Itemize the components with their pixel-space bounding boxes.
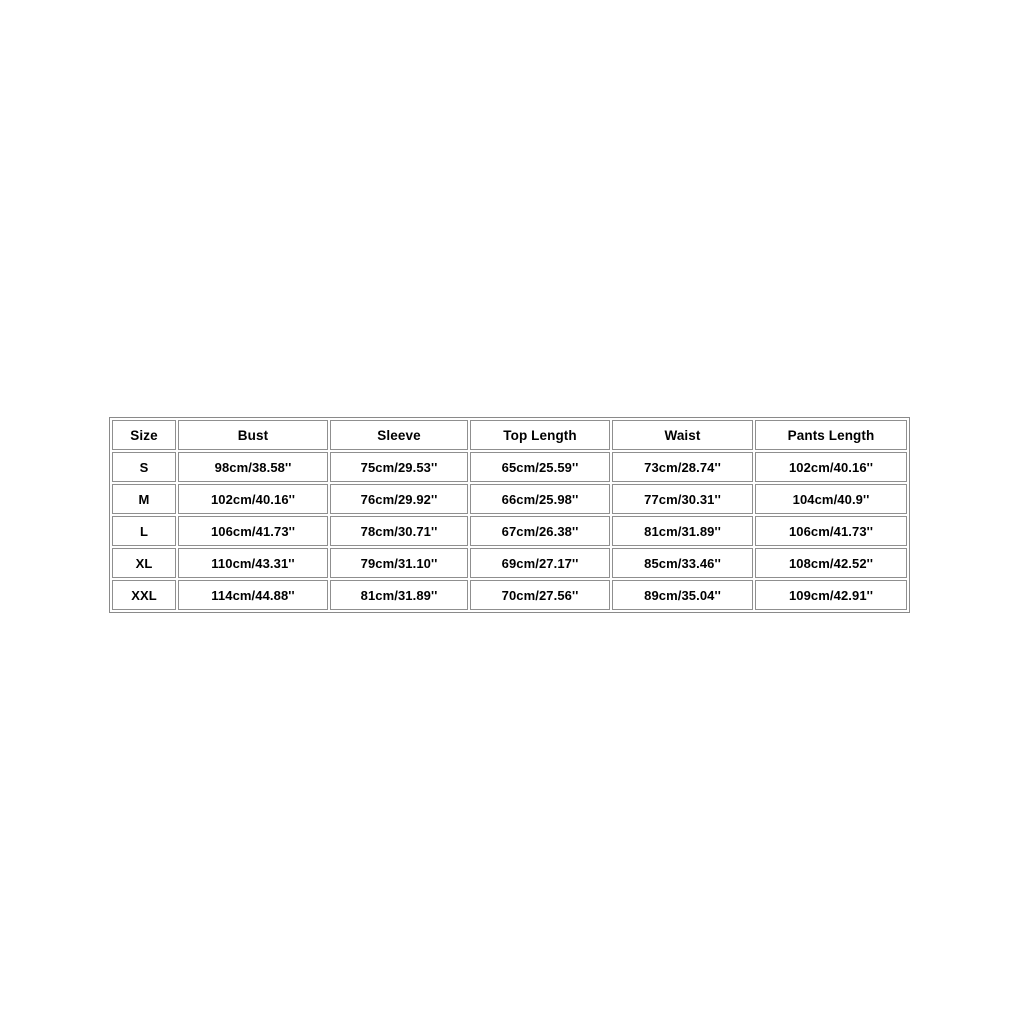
table-row: XXL 114cm/44.88'' 81cm/31.89'' 70cm/27.56''… [112,580,907,610]
measurement-cell-bust: 98cm/38.58'' [178,452,328,482]
measurement-cell-sleeve: 76cm/29.92'' [330,484,468,514]
measurement-cell-pants_length: 108cm/42.52'' [755,548,907,578]
column-header-waist: Waist [612,420,753,450]
size-chart-container: Size Bust Sleeve Top Length Waist Pants Lengt… [109,417,910,613]
measurement-cell-top_length: 66cm/25.98'' [470,484,610,514]
measurement-cell-waist: 81cm/31.89'' [612,516,753,546]
measurement-cell-pants_length: 106cm/41.73'' [755,516,907,546]
size-label-cell: M [112,484,176,514]
table-row: M 102cm/40.16'' 76cm/29.92'' 66cm/25.98'' 77… [112,484,907,514]
measurement-cell-pants_length: 109cm/42.91'' [755,580,907,610]
column-header-size: Size [112,420,176,450]
size-chart-body: Size Bust Sleeve Top Length Waist Pants Lengt… [112,420,907,610]
measurement-cell-sleeve: 78cm/30.71'' [330,516,468,546]
size-label-cell: XXL [112,580,176,610]
table-row: S 98cm/38.58'' 75cm/29.53'' 65cm/25.59'' 73c… [112,452,907,482]
table-row: XL 110cm/43.31'' 79cm/31.10'' 69cm/27.17'' 8… [112,548,907,578]
column-header-bust: Bust [178,420,328,450]
measurement-cell-bust: 110cm/43.31'' [178,548,328,578]
measurement-cell-top_length: 69cm/27.17'' [470,548,610,578]
measurement-cell-bust: 106cm/41.73'' [178,516,328,546]
measurement-cell-waist: 89cm/35.04'' [612,580,753,610]
size-label-cell: XL [112,548,176,578]
measurement-cell-top_length: 70cm/27.56'' [470,580,610,610]
measurement-cell-waist: 73cm/28.74'' [612,452,753,482]
size-chart-header-row: Size Bust Sleeve Top Length Waist Pants Lengt… [112,420,907,450]
size-label-cell: S [112,452,176,482]
measurement-cell-pants_length: 102cm/40.16'' [755,452,907,482]
measurement-cell-sleeve: 79cm/31.10'' [330,548,468,578]
measurement-cell-waist: 85cm/33.46'' [612,548,753,578]
measurement-cell-sleeve: 75cm/29.53'' [330,452,468,482]
measurement-cell-pants_length: 104cm/40.9'' [755,484,907,514]
column-header-top_length: Top Length [470,420,610,450]
size-label-cell: L [112,516,176,546]
measurement-cell-bust: 102cm/40.16'' [178,484,328,514]
measurement-cell-bust: 114cm/44.88'' [178,580,328,610]
column-header-pants_length: Pants Length [755,420,907,450]
size-chart-table: Size Bust Sleeve Top Length Waist Pants Lengt… [109,417,910,613]
measurement-cell-top_length: 65cm/25.59'' [470,452,610,482]
table-row: L 106cm/41.73'' 78cm/30.71'' 67cm/26.38'' 81… [112,516,907,546]
measurement-cell-sleeve: 81cm/31.89'' [330,580,468,610]
measurement-cell-waist: 77cm/30.31'' [612,484,753,514]
column-header-sleeve: Sleeve [330,420,468,450]
measurement-cell-top_length: 67cm/26.38'' [470,516,610,546]
